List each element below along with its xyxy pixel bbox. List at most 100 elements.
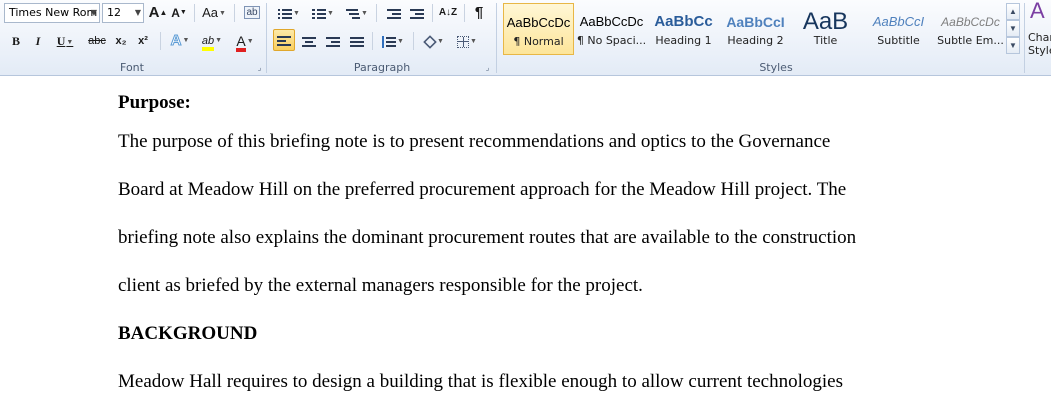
separator	[194, 4, 195, 22]
line-spacing-icon	[382, 35, 397, 48]
separator	[413, 32, 414, 50]
shrink-font-icon: A	[171, 6, 180, 20]
separator	[464, 4, 465, 22]
style-subtitle[interactable]: AaBbCcI Subtitle	[863, 3, 934, 55]
grow-font-button[interactable]: A▲	[148, 3, 168, 23]
separator	[160, 32, 161, 50]
style-subtle-emphasis[interactable]: AaBbCcDc Subtle Em...	[935, 3, 1006, 55]
style-normal[interactable]: AaBbCcDc ¶ Normal	[503, 3, 574, 55]
styles-scroll-up-button[interactable]: ▲	[1006, 3, 1020, 20]
paragraph-line: briefing note also explains the dominant…	[118, 227, 857, 248]
decrease-indent-icon	[387, 8, 401, 20]
clear-formatting-button[interactable]: ab	[242, 3, 262, 23]
shading-button[interactable]: ▼	[420, 31, 448, 51]
ribbon: Times New Rom ▼ 12 ▼ A▲ A▼ Aa▼ ab B I U▼…	[0, 0, 1051, 76]
text-effects-button[interactable]: A▼	[168, 31, 192, 51]
borders-icon	[457, 35, 470, 48]
grow-font-icon: A	[148, 4, 160, 21]
numbering-button[interactable]: ▼	[309, 3, 337, 23]
underline-button[interactable]: U▼	[53, 31, 77, 51]
change-case-icon: Aa	[202, 5, 218, 20]
font-group-label: Font	[120, 61, 144, 74]
paragraph-line: Board at Meadow Hill on the preferred pr…	[118, 179, 847, 200]
increase-indent-icon	[410, 8, 424, 20]
paragraph-dialog-launcher-icon[interactable]: ⌟	[483, 63, 492, 72]
bold-button[interactable]: B	[8, 31, 24, 51]
style-sample: AaB	[802, 9, 849, 35]
heading-background: BACKGROUND	[118, 323, 258, 344]
subscript-icon: x₂	[115, 35, 127, 47]
numbering-icon	[312, 8, 327, 20]
style-sample: AaBbCcI	[726, 14, 785, 30]
strikethrough-icon: abc	[88, 35, 106, 47]
decrease-indent-button[interactable]	[384, 3, 404, 23]
style-name: Heading 2	[727, 34, 784, 47]
style-sample: AaBbCcDc	[941, 15, 1000, 29]
subscript-button[interactable]: x₂	[112, 31, 130, 51]
document-page[interactable]: Purpose: The purpose of this briefing no…	[0, 77, 1051, 412]
font-name-value: Times New Rom	[9, 6, 98, 19]
style-no-spacing[interactable]: AaBbCcDc ¶ No Spaci...	[576, 3, 647, 55]
paragraph-line: Meadow Hall requires to design a buildin…	[118, 371, 843, 392]
group-separator	[496, 3, 497, 73]
style-name: Subtle Em...	[937, 34, 1004, 47]
underline-icon: U	[56, 34, 66, 48]
heading-purpose: Purpose:	[118, 92, 191, 113]
chevron-down-icon[interactable]: ▼	[91, 8, 97, 17]
text-effects-icon: A	[170, 32, 182, 50]
styles-scroll-down-button[interactable]: ▼	[1006, 20, 1020, 37]
change-case-button[interactable]: Aa▼	[201, 3, 227, 23]
paragraph-line: client as briefed by the external manage…	[118, 275, 643, 296]
paragraph-line: The purpose of this briefing note is to …	[118, 131, 831, 152]
align-right-button[interactable]	[323, 31, 343, 51]
multilevel-list-button[interactable]: ▼	[343, 3, 371, 23]
italic-button[interactable]: I	[30, 31, 46, 51]
change-styles-label: Chan	[1028, 31, 1051, 44]
multilevel-list-icon	[346, 8, 361, 20]
align-left-icon	[277, 35, 291, 47]
group-separator	[266, 3, 267, 73]
highlight-button[interactable]: ab▼	[198, 31, 226, 51]
style-heading-2[interactable]: AaBbCcI Heading 2	[720, 3, 791, 55]
font-name-combobox[interactable]: Times New Rom ▼	[4, 3, 100, 23]
bullets-button[interactable]: ▼	[275, 3, 303, 23]
style-name: Title	[813, 34, 838, 47]
line-spacing-button[interactable]: ▼	[378, 31, 408, 51]
style-sample: AaBbCcI	[872, 14, 925, 29]
justify-button[interactable]	[347, 31, 367, 51]
separator	[372, 32, 373, 50]
separator	[376, 4, 377, 22]
align-center-button[interactable]	[299, 31, 319, 51]
style-name: Heading 1	[655, 34, 712, 47]
font-size-combobox[interactable]: 12 ▼	[102, 3, 144, 23]
pilcrow-icon: ¶	[474, 4, 484, 21]
show-hide-marks-button[interactable]: ¶	[469, 3, 489, 23]
bold-icon: B	[11, 34, 20, 48]
style-name: ¶ Normal	[513, 35, 564, 48]
change-styles-icon: A	[1030, 0, 1045, 23]
increase-indent-button[interactable]	[407, 3, 427, 23]
font-color-button[interactable]: A▼	[232, 31, 258, 52]
superscript-button[interactable]: x²	[134, 31, 152, 51]
font-color-icon: A	[236, 34, 246, 52]
change-styles-label: Style	[1028, 44, 1051, 57]
sort-button[interactable]: A↓Z	[436, 3, 460, 23]
font-dialog-launcher-icon[interactable]: ⌟	[255, 63, 264, 72]
style-sample: AaBbCcDc	[579, 14, 644, 29]
clear-formatting-icon: ab	[244, 6, 260, 19]
style-heading-1[interactable]: AaBbCc Heading 1	[648, 3, 719, 55]
paint-bucket-icon	[423, 35, 437, 49]
chevron-down-icon[interactable]: ▼	[135, 8, 141, 17]
styles-more-button[interactable]: ▼	[1006, 37, 1020, 54]
strikethrough-button[interactable]: abc	[86, 31, 108, 51]
borders-button[interactable]: ▼	[453, 31, 481, 51]
shrink-font-button[interactable]: A▼	[170, 3, 188, 23]
align-left-button[interactable]	[273, 29, 295, 51]
align-right-icon	[326, 36, 340, 48]
style-name: ¶ No Spaci...	[576, 34, 647, 47]
change-styles-button[interactable]: A Chan Style	[1026, 0, 1051, 60]
align-center-icon	[302, 36, 316, 48]
paragraph-group-label: Paragraph	[353, 61, 411, 74]
style-title[interactable]: AaB Title	[790, 3, 861, 55]
justify-icon	[350, 36, 364, 48]
